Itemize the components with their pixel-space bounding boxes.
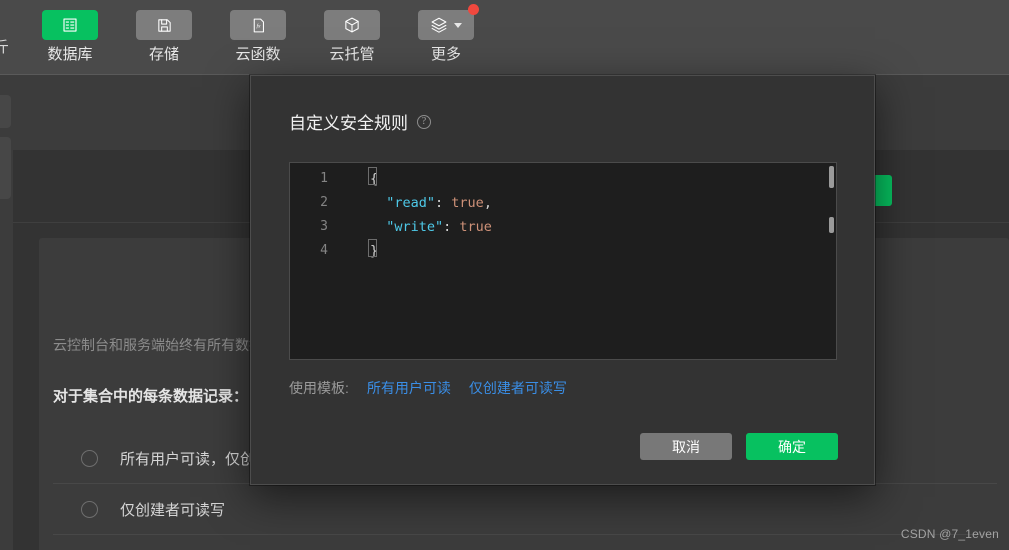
toolbar-item-3[interactable]: fx 云函数 [224, 10, 292, 62]
watermark: CSDN @7_1even [900, 527, 999, 541]
permission-option-label: 所有用户可读，仅创建 [120, 450, 271, 468]
custom-security-rules-dialog: 自定义安全规则 ? 1 2 3 4 { "read": true, "write": … [250, 75, 875, 485]
editor-gutter: 1 2 3 4 [290, 163, 342, 359]
editor-scrollbar-marker-mid[interactable] [829, 217, 834, 233]
template-link-creator-read-write[interactable]: 仅创建者可读写 [469, 378, 567, 398]
toolbar-item-4[interactable]: 云托管 [318, 10, 386, 62]
code-token-bool: true [443, 195, 484, 211]
code-token-punc: } [370, 243, 379, 259]
toolbar-item-5[interactable]: 更多 [412, 4, 480, 63]
app-root: 斤 数据库存储fx云函数云托管更多 云控制台和服务端始终有所有数据的读写权限，以… [0, 0, 1009, 550]
code-token-key: "read" [370, 195, 436, 211]
json-rules-editor[interactable]: 1 2 3 4 { "read": true, "write": true} [289, 162, 837, 360]
database-icon [63, 18, 77, 32]
toolbar-tile-layers-icon[interactable] [418, 4, 479, 40]
editor-line-number: 3 [320, 219, 328, 234]
toolbar-item-2[interactable]: 存储 [130, 10, 198, 62]
editor-code-line: "write": true [370, 215, 492, 239]
toolbar-item-label: 存储 [148, 46, 179, 63]
permission-heading: 对于集合中的每条数据记录： [53, 388, 249, 405]
editor-code-area[interactable]: { "read": true, "write": true} [342, 163, 836, 359]
editor-code-line: "read": true, [370, 191, 492, 215]
cube-icon [345, 17, 359, 33]
save-disk-icon [157, 18, 171, 32]
permission-option-row[interactable]: 所有用户可读适用场 [53, 535, 997, 550]
toolbar-item-label: 更多 [430, 46, 461, 63]
code-token-key: "write" [370, 219, 444, 235]
toolbar-tile-database-icon[interactable] [42, 10, 98, 40]
dialog-title: 自定义安全规则 [289, 114, 408, 133]
svg-text:fx: fx [256, 22, 261, 29]
chevron-down-icon[interactable] [454, 22, 462, 28]
toolbar-item-label: 云函数 [235, 46, 281, 63]
toolbar-clipped-label: 斤 [0, 39, 10, 56]
top-toolbar: 斤 数据库 存储 fx 云函数 云托管 更多 [0, 0, 1009, 75]
toolbar-tile-save-disk-icon[interactable] [136, 10, 192, 40]
template-link-all-users-read[interactable]: 所有用户可读 [367, 378, 451, 398]
question-mark-icon[interactable]: ? [417, 114, 431, 129]
radio-button[interactable] [81, 449, 98, 467]
rail-chip-bottom[interactable] [0, 137, 11, 199]
code-token-bool: true [451, 219, 492, 235]
code-token-punc: { [370, 171, 379, 187]
cancel-button[interactable]: 取消 [640, 433, 732, 460]
permission-option-label: 仅创建者可读写 [120, 501, 226, 519]
editor-code-line: { [370, 167, 378, 191]
permission-option-row[interactable]: 仅创建者可读写 [53, 484, 997, 535]
code-token-colon: : [435, 195, 444, 211]
editor-line-number: 4 [320, 243, 328, 258]
editor-line-number: 2 [320, 195, 328, 210]
editor-code-line: } [370, 239, 378, 263]
function-fx-icon: fx [253, 18, 264, 32]
confirm-button[interactable]: 确定 [746, 433, 838, 460]
toolbar-item-label: 数据库 [47, 46, 93, 63]
toolbar-item-1[interactable]: 数据库 [36, 10, 104, 62]
notification-badge [468, 4, 479, 15]
editor-scrollbar-marker-top[interactable] [829, 166, 834, 188]
left-side-rail [0, 75, 13, 550]
editor-line-number: 1 [320, 171, 328, 186]
layers-icon [431, 17, 447, 33]
rail-chip-top[interactable] [0, 95, 11, 128]
radio-button[interactable] [81, 500, 98, 518]
toolbar-item-label: 云托管 [329, 46, 375, 63]
toolbar-tile-cube-icon[interactable] [324, 10, 380, 40]
code-token-punc: , [483, 195, 492, 211]
template-caption: 使用模板: [289, 380, 349, 396]
toolbar-tile-function-fx-icon[interactable]: fx [230, 10, 286, 40]
template-links-row: 使用模板: 所有用户可读 仅创建者可读写 [289, 378, 567, 398]
dialog-title-row: 自定义安全规则 ? [289, 109, 431, 134]
